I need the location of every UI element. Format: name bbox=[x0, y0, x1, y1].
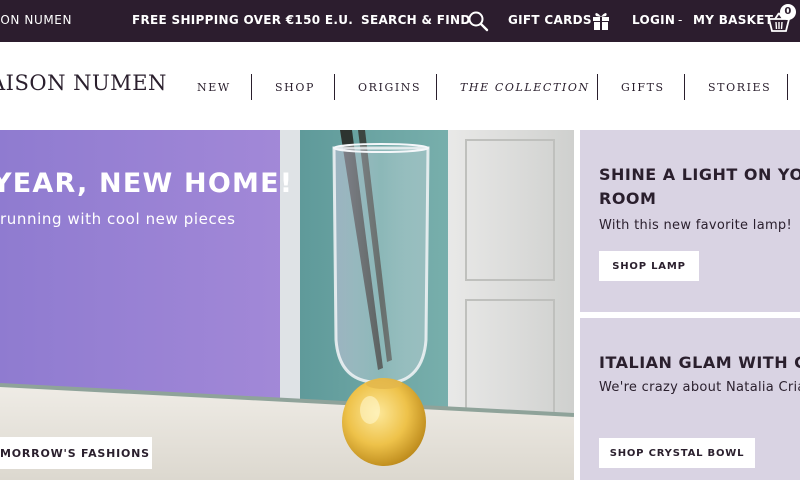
topbar-brand[interactable]: ISON NUMEN bbox=[0, 13, 72, 27]
main-nav: AISON NUMEN NEW SHOP ORIGINS THE COLLECT… bbox=[0, 42, 800, 130]
nav-divider bbox=[597, 74, 598, 100]
search-icon[interactable] bbox=[467, 10, 489, 32]
nav-divider bbox=[334, 74, 335, 100]
nav-item-new[interactable]: NEW bbox=[197, 81, 231, 94]
nav-item-origins[interactable]: ORIGINS bbox=[358, 81, 421, 94]
shop-lamp-button[interactable]: SHOP LAMP bbox=[599, 251, 699, 281]
site-logo[interactable]: AISON NUMEN bbox=[0, 71, 167, 95]
hero-title: YEAR, NEW HOME! bbox=[0, 168, 294, 199]
gift-cards-link[interactable]: GIFT CARDS bbox=[508, 13, 592, 27]
shop-crystal-bowl-button[interactable]: SHOP CRYSTAL BOWL bbox=[599, 438, 755, 468]
search-link[interactable]: SEARCH & FIND bbox=[361, 13, 471, 27]
promo-card-lamp[interactable]: SHINE A LIGHT ON YOUR ROOM With this new… bbox=[580, 130, 800, 312]
promo-card-title: ITALIAN GLAM WITH CO bbox=[599, 353, 800, 372]
hero-cta-button[interactable]: MORROW'S FASHIONS bbox=[0, 437, 152, 469]
nav-item-gifts[interactable]: GIFTS bbox=[621, 81, 665, 94]
top-bar: ISON NUMEN FREE SHIPPING OVER €150 E.U. … bbox=[0, 0, 800, 42]
shipping-banner: FREE SHIPPING OVER €150 E.U. bbox=[132, 13, 354, 27]
promo-card-subtitle: We're crazy about Natalia Cria bbox=[599, 380, 800, 395]
nav-divider bbox=[787, 74, 788, 100]
nav-item-stories[interactable]: STORIES bbox=[708, 81, 771, 94]
nav-divider bbox=[436, 74, 437, 100]
login-basket-separator: - bbox=[678, 13, 683, 27]
promo-card-subtitle: With this new favorite lamp! bbox=[599, 218, 792, 233]
login-link[interactable]: LOGIN bbox=[632, 13, 675, 27]
hero-subtitle: running with cool new pieces bbox=[0, 210, 236, 228]
basket-link[interactable]: MY BASKET bbox=[693, 13, 773, 27]
hero-banner[interactable]: YEAR, NEW HOME! running with cool new pi… bbox=[0, 130, 574, 480]
promo-card-title-line2: ROOM bbox=[599, 189, 657, 208]
promo-card-crystal-bowl[interactable]: ITALIAN GLAM WITH CO We're crazy about N… bbox=[580, 318, 800, 480]
nav-divider bbox=[684, 74, 685, 100]
gift-icon[interactable] bbox=[591, 9, 611, 31]
nav-item-shop[interactable]: SHOP bbox=[275, 81, 315, 94]
basket-count-badge: 0 bbox=[780, 4, 796, 20]
promo-card-title: SHINE A LIGHT ON YOUR bbox=[599, 165, 800, 184]
nav-divider bbox=[251, 74, 252, 100]
nav-item-the-collection[interactable]: THE COLLECTION bbox=[460, 81, 590, 94]
